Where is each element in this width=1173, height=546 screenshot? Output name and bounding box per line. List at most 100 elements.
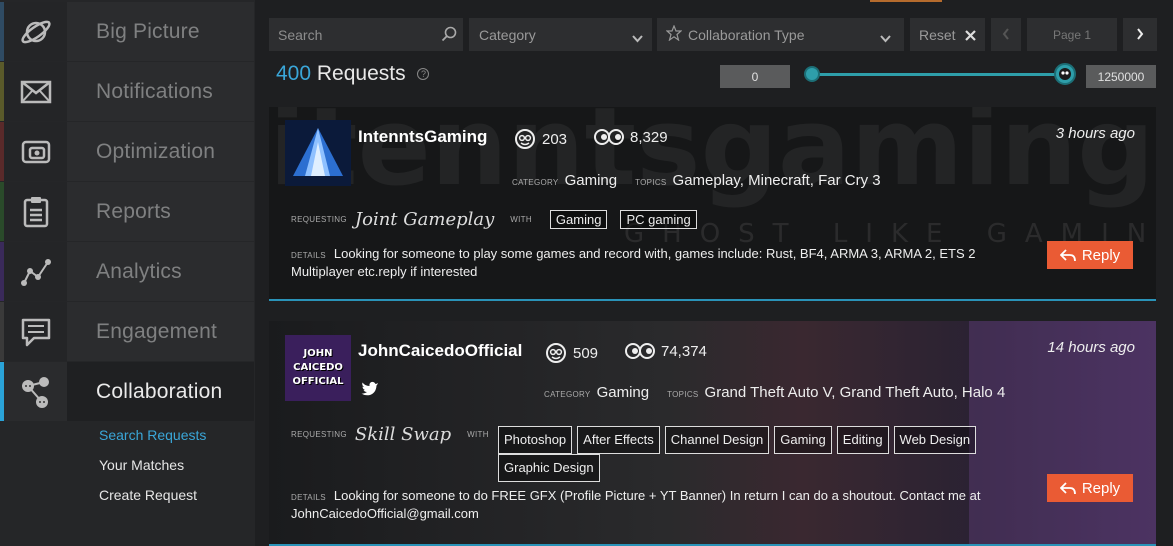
page-indicator: Page 1: [1027, 18, 1117, 51]
reset-label: Reset: [919, 26, 956, 43]
sidebar-item-label: Analytics: [96, 259, 182, 283]
requesting-row: REQUESTING Joint Gameplay WITH Gaming PC…: [291, 209, 702, 230]
skill-tag: Editing: [836, 426, 889, 454]
request-card: itenntsgaming GHOST LIKE GAMING Intennts…: [269, 107, 1156, 301]
reset-button[interactable]: Reset: [910, 18, 985, 51]
reply-label: Reply: [1081, 479, 1121, 497]
view-count: 74,374: [625, 342, 707, 360]
subscriber-count: 509: [545, 342, 598, 364]
posted-time: 14 hours ago: [1047, 339, 1135, 356]
range-max-handle[interactable]: [1054, 63, 1076, 85]
help-icon[interactable]: ?: [417, 68, 430, 81]
category-dropdown-label: Category: [479, 26, 536, 43]
user-face-icon: [515, 129, 535, 149]
request-count-label: Requests: [316, 62, 406, 85]
category-value: Gaming: [596, 384, 650, 401]
skill-tag: Gaming: [774, 426, 832, 454]
category-label: CATEGORY: [512, 178, 559, 187]
sidebar-item-label: Engagement: [96, 319, 218, 343]
sidebar-item-reports[interactable]: Reports: [0, 182, 254, 241]
details-row: DETAILS Looking for someone to play some …: [291, 246, 1011, 280]
clipboard-icon: [4, 182, 67, 241]
requesting-label: REQUESTING: [291, 430, 347, 439]
requesting-label: REQUESTING: [291, 215, 347, 224]
category-label: CATEGORY: [544, 390, 591, 399]
view-count-value: 8,329: [630, 128, 668, 146]
chevron-left-icon: [1002, 27, 1010, 43]
sub-nav-create-request[interactable]: Create Request: [99, 487, 197, 503]
topics-label: TOPICS: [667, 390, 699, 399]
chevron-down-icon: [880, 30, 891, 46]
channel-name[interactable]: JohnCaicedoOfficial: [358, 341, 522, 361]
requesting-value: Joint Gameplay: [354, 209, 495, 230]
posted-time: 3 hours ago: [1055, 125, 1135, 142]
requesting-value: Skill Swap: [354, 424, 452, 445]
search-icon[interactable]: [441, 26, 457, 45]
face-icon: [1059, 68, 1071, 80]
sidebar-item-optimization[interactable]: Optimization: [0, 122, 254, 181]
category-value: Gaming: [564, 172, 618, 189]
eyes-icon: [625, 343, 655, 359]
topics-label: TOPICS: [635, 178, 667, 187]
reply-label: Reply: [1081, 246, 1121, 264]
sidebar-item-label: Optimization: [96, 139, 216, 163]
with-label: WITH: [510, 215, 532, 224]
reply-button[interactable]: Reply: [1047, 474, 1133, 502]
top-accent-bar: [870, 0, 942, 2]
collaboration-type-label: Collaboration Type: [688, 26, 805, 43]
view-count-value: 74,374: [661, 342, 707, 360]
chevron-right-icon: [1136, 27, 1144, 43]
user-face-icon: [546, 343, 566, 363]
sidebar-item-analytics[interactable]: Analytics: [0, 242, 254, 301]
avatar[interactable]: [285, 120, 351, 186]
skill-tag: PC gaming: [620, 210, 697, 229]
prev-page-button[interactable]: [991, 18, 1021, 51]
category-row: CATEGORY Gaming TOPICS Gameplay, Minecra…: [512, 172, 881, 189]
reply-arrow-icon: [1059, 481, 1076, 494]
range-max-value[interactable]: 1250000: [1086, 65, 1156, 88]
people-network-icon: [4, 362, 67, 421]
camera-icon: [4, 122, 67, 181]
twitter-icon[interactable]: [361, 381, 379, 401]
topics-value: Grand Theft Auto V, Grand Theft Auto, Ha…: [704, 384, 1006, 401]
category-row: CATEGORY Gaming TOPICS Grand Theft Auto …: [544, 384, 1005, 401]
details-row: DETAILS Looking for someone to do FREE GF…: [291, 488, 1011, 522]
range-min-value[interactable]: 0: [720, 65, 790, 88]
reply-button[interactable]: Reply: [1047, 241, 1133, 269]
skill-tag: Graphic Design: [498, 454, 600, 482]
close-icon: [965, 28, 976, 44]
skill-tag: Gaming: [549, 210, 608, 229]
subscriber-count-value: 509: [573, 344, 599, 362]
collaboration-type-dropdown[interactable]: Collaboration Type: [657, 18, 904, 51]
subscriber-count-value: 203: [542, 130, 568, 148]
range-slider-track[interactable]: [812, 73, 1064, 76]
chat-icon: [4, 302, 67, 361]
scatter-chart-icon: [4, 242, 67, 301]
chevron-down-icon: [632, 30, 643, 46]
channel-name[interactable]: IntenntsGaming: [358, 127, 487, 147]
with-label: WITH: [467, 430, 489, 439]
envelope-icon: [4, 62, 67, 121]
request-count: 400 Requests ?: [276, 62, 430, 86]
sidebar-item-collaboration[interactable]: Collaboration: [0, 362, 254, 421]
sub-nav-search-requests[interactable]: Search Requests: [99, 427, 206, 443]
category-dropdown[interactable]: Category: [469, 18, 652, 51]
sidebar-item-label: Collaboration: [96, 379, 223, 403]
next-page-button[interactable]: [1123, 18, 1157, 51]
details-text: Looking for someone to play some games a…: [291, 246, 976, 279]
sidebar-item-label: Big Picture: [96, 19, 200, 43]
search-box: [269, 18, 463, 51]
skill-tags: Photoshop After Effects Channel Design Gami…: [498, 426, 998, 482]
subscriber-count: 203: [514, 128, 567, 150]
request-count-number: 400: [276, 62, 312, 85]
sidebar-item-notifications[interactable]: Notifications: [0, 62, 254, 121]
requesting-row: REQUESTING Skill Swap WITH: [291, 424, 499, 445]
details-text: Looking for someone to do FREE GFX (Prof…: [291, 488, 981, 521]
sidebar-item-engagement[interactable]: Engagement: [0, 302, 254, 361]
avatar[interactable]: JOHN CAICEDO OFFICIAL: [285, 335, 351, 401]
search-input[interactable]: [269, 26, 419, 43]
sub-nav-your-matches[interactable]: Your Matches: [99, 457, 184, 473]
sidebar-item-label: Reports: [96, 199, 171, 223]
sidebar-item-big-picture[interactable]: Big Picture: [0, 2, 254, 61]
range-min-handle[interactable]: [804, 66, 820, 82]
